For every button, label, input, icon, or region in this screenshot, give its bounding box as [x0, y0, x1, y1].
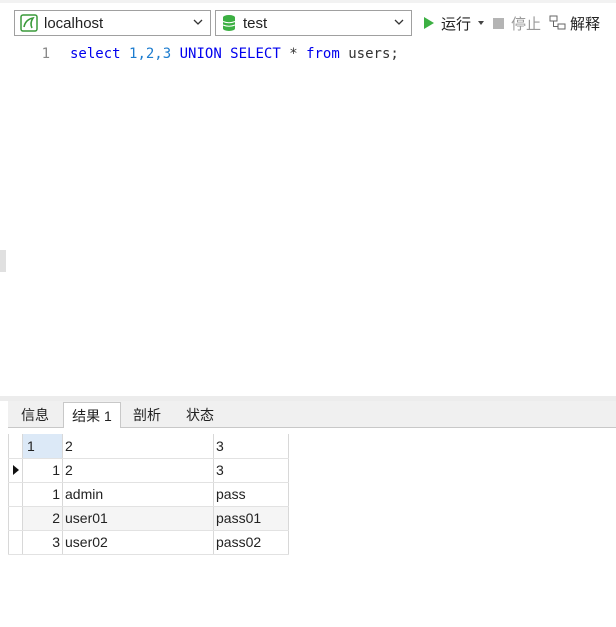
- sql-operator: *: [289, 46, 298, 62]
- column-header[interactable]: 2: [62, 434, 214, 459]
- table-row[interactable]: 2 user01 pass01: [8, 506, 289, 531]
- tab-info[interactable]: 信息: [10, 403, 60, 427]
- sql-keyword: UNION SELECT: [179, 46, 281, 62]
- result-tabs: 信息 结果 1 剖析 状态: [8, 401, 616, 428]
- grid-cell[interactable]: 3: [213, 458, 289, 483]
- sql-identifier: users;: [348, 46, 399, 62]
- line-number: 1: [41, 46, 50, 62]
- grid-cell[interactable]: 2: [62, 458, 214, 483]
- tab-profile[interactable]: 剖析: [121, 403, 173, 427]
- dropdown-triangle-icon: [478, 21, 485, 25]
- grid-cell[interactable]: pass02: [213, 530, 289, 555]
- column-header[interactable]: 1: [22, 434, 63, 459]
- current-row-arrow-icon: [13, 465, 19, 475]
- line-gutter: 1: [8, 41, 52, 396]
- sql-number: 1,2,3: [129, 46, 172, 62]
- sql-keyword: select: [70, 46, 121, 62]
- run-label: 运行: [441, 15, 472, 33]
- sql-code-line[interactable]: select 1,2,3 UNION SELECT * from users;: [70, 46, 399, 62]
- column-header[interactable]: 3: [213, 434, 289, 459]
- stop-label: 停止: [511, 15, 542, 33]
- grid-cell[interactable]: pass: [213, 482, 289, 507]
- stop-icon: [493, 17, 504, 29]
- table-row[interactable]: 1 2 3: [8, 458, 289, 483]
- sql-keyword: from: [306, 46, 340, 62]
- result-grid-area: 1 2 3 1 2 3 1 admin pass 2 user01 pass01…: [8, 428, 616, 627]
- table-row[interactable]: 1 admin pass: [8, 482, 289, 507]
- row-marker: [8, 458, 23, 483]
- row-marker: [8, 482, 23, 507]
- grid-cell[interactable]: admin: [62, 482, 214, 507]
- run-button[interactable]: 运行: [422, 12, 485, 34]
- row-marker: [8, 530, 23, 555]
- chevron-down-icon: [394, 19, 404, 25]
- explain-button[interactable]: 解释: [549, 12, 600, 34]
- tab-status[interactable]: 状态: [175, 403, 225, 427]
- table-row[interactable]: 3 user02 pass02: [8, 530, 289, 555]
- database-icon: [222, 15, 236, 31]
- mysql-connection-icon: [20, 14, 38, 32]
- connection-value: localhost: [44, 14, 104, 32]
- database-select[interactable]: test: [215, 10, 412, 36]
- play-icon: [424, 17, 434, 29]
- side-panel-handle[interactable]: [0, 250, 6, 272]
- grid-cell[interactable]: 1: [22, 458, 63, 483]
- connection-select[interactable]: localhost: [14, 10, 211, 36]
- sql-editor[interactable]: 1 select 1,2,3 UNION SELECT * from users…: [8, 41, 616, 396]
- explain-icon: [549, 15, 566, 30]
- result-grid: 1 2 3 1 2 3 1 admin pass 2 user01 pass01…: [8, 434, 289, 555]
- row-marker: [8, 506, 23, 531]
- grid-header-row: 1 2 3: [8, 434, 289, 459]
- grid-cell[interactable]: pass01: [213, 506, 289, 531]
- chevron-down-icon: [193, 19, 203, 25]
- grid-cell[interactable]: user01: [62, 506, 214, 531]
- query-toolbar: localhost test 运行 停止 解释: [0, 3, 616, 41]
- grid-cell[interactable]: 1: [22, 482, 63, 507]
- grid-cell[interactable]: user02: [62, 530, 214, 555]
- database-value: test: [243, 14, 268, 32]
- grid-cell[interactable]: 3: [22, 530, 63, 555]
- explain-label: 解释: [570, 15, 601, 33]
- stop-button[interactable]: 停止: [492, 12, 541, 34]
- grid-cell[interactable]: 2: [22, 506, 63, 531]
- row-marker: [8, 434, 23, 459]
- tab-result-1[interactable]: 结果 1: [63, 402, 121, 428]
